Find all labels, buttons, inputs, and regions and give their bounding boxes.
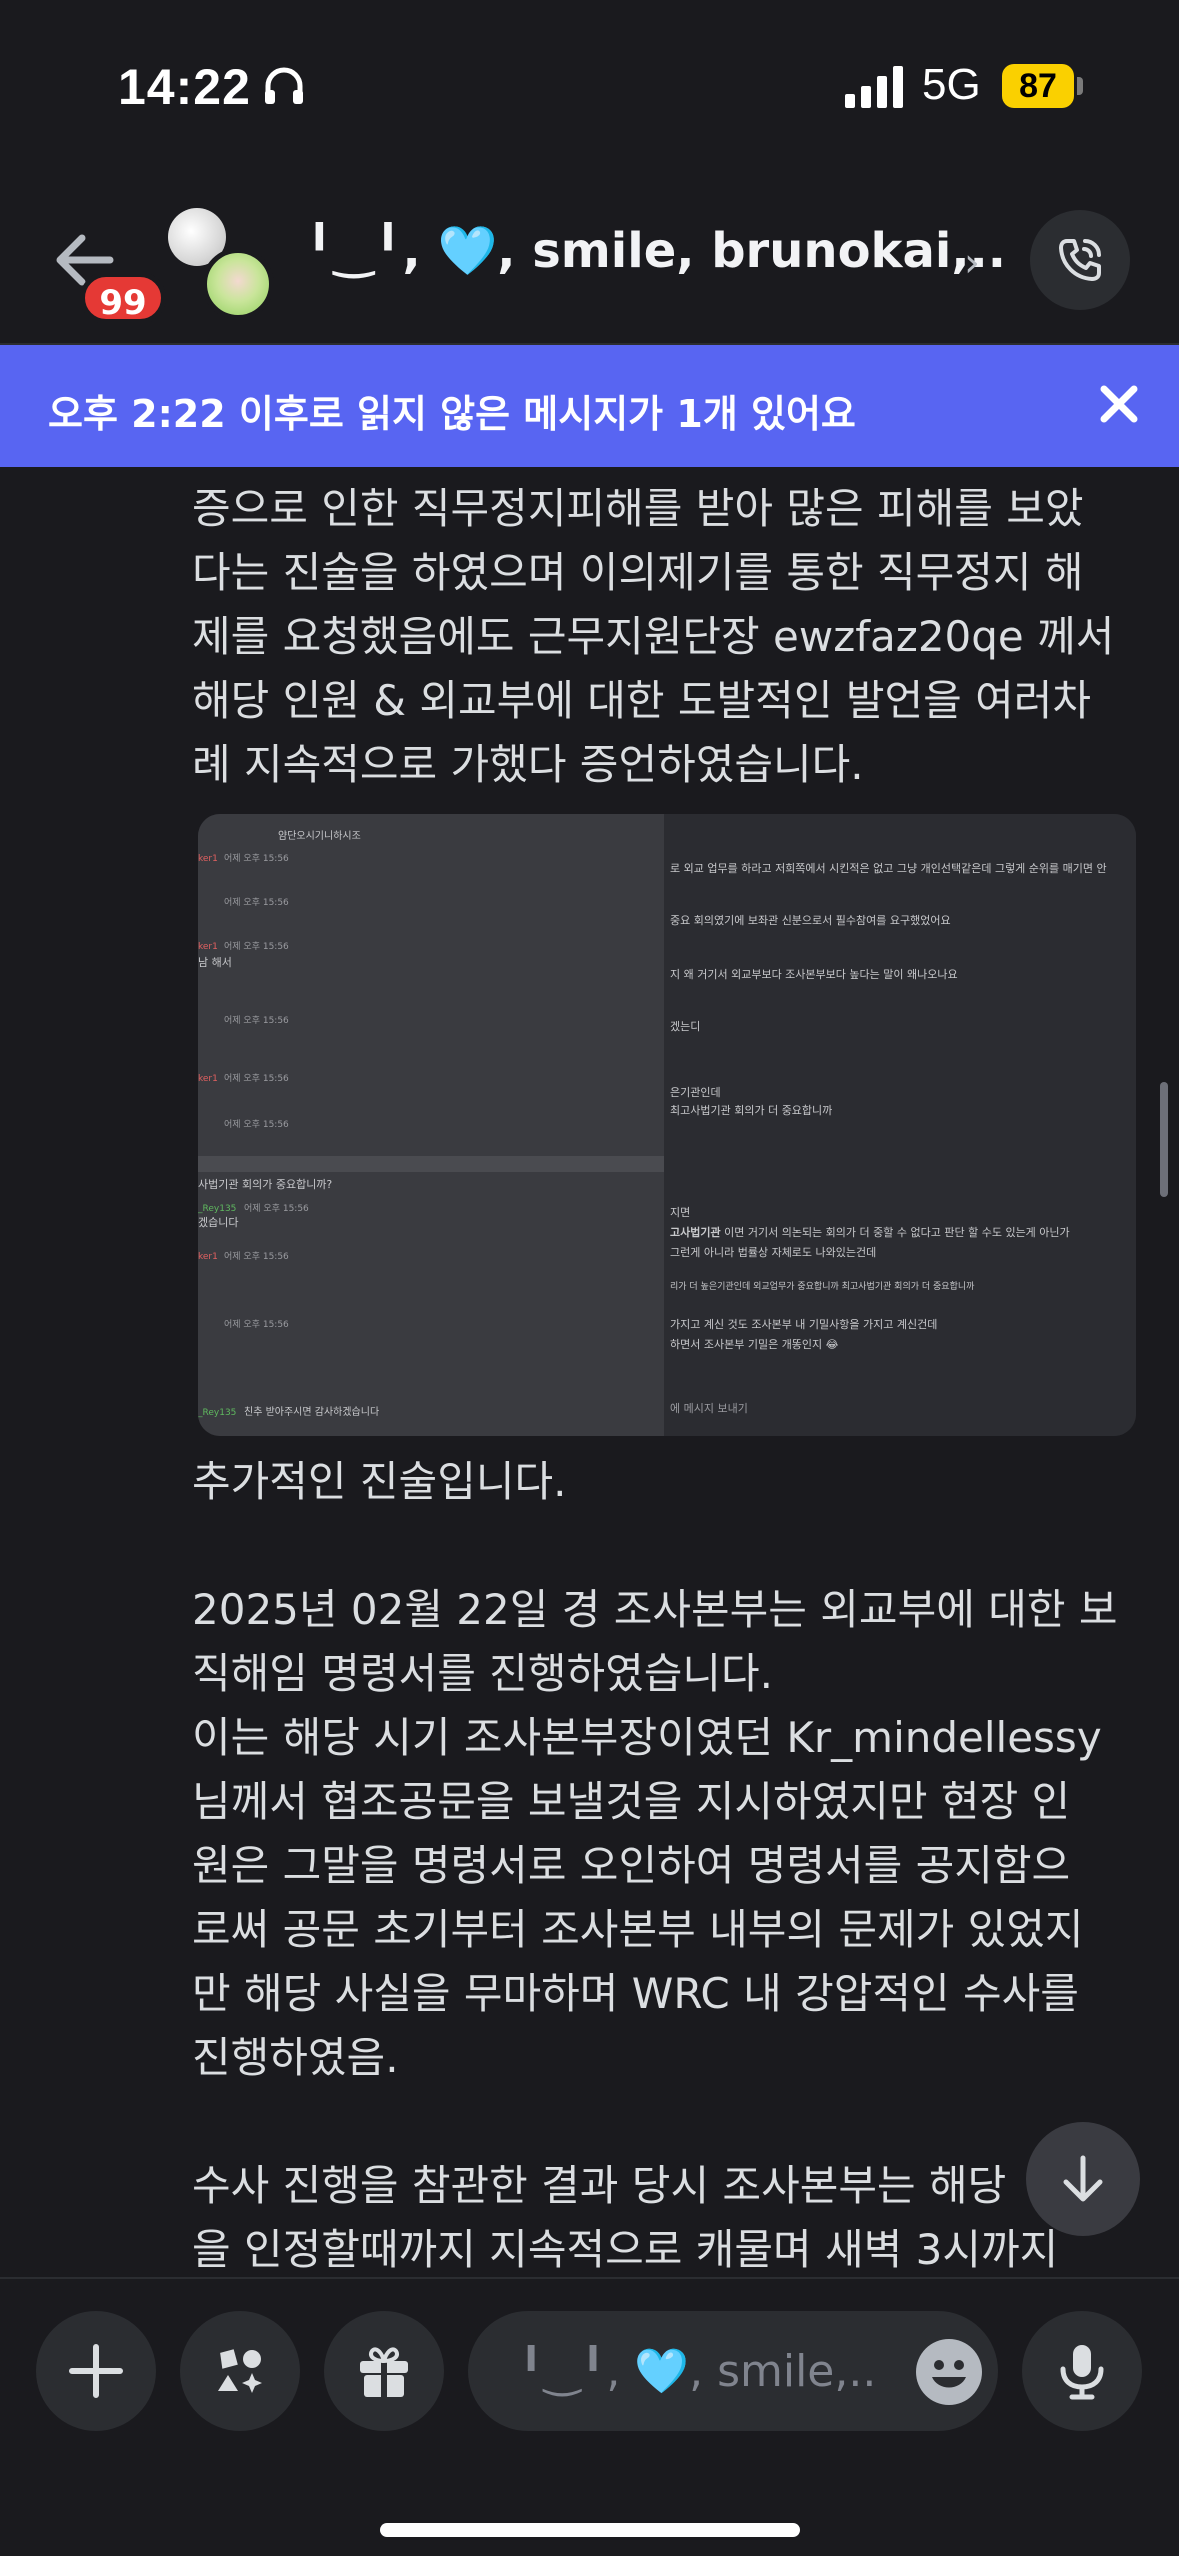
headphones-icon xyxy=(265,67,303,104)
message-line: 원은 그말을 명령서로 오인하여 명령서를 공지함으 xyxy=(192,1841,1071,1890)
attachment-bold-text: 고사법기관 xyxy=(670,1226,721,1239)
message-input-placeholder: ╹‿╹, 🩵, smile,... xyxy=(518,2346,878,2397)
message-input[interactable]: ╹‿╹, 🩵, smile,... xyxy=(468,2311,998,2431)
attachment-text: ker1 xyxy=(198,1252,218,1262)
phone-call-icon xyxy=(1059,239,1101,281)
attachment-right-panel: 로 외교 업무를 하라고 저희쪽에서 시킨적은 없고 그냥 개인선택같은데 그렇… xyxy=(664,814,1136,1436)
unread-badge: 99 xyxy=(80,272,166,324)
attachment-text: 얌단오시기니하시조 xyxy=(278,831,361,842)
attachment-text: 최고사법기관 회의가 더 중요합니까 xyxy=(670,1104,833,1117)
channel-title[interactable]: ╹‿╹, 🩵, smile, brunokai,... xyxy=(305,222,1005,279)
message-line: 님께서 협조공문을 보낼것을 지시하였지만 현장 인 xyxy=(192,1777,1071,1826)
apps-icon xyxy=(218,2349,262,2393)
attachment-text: 은기관인데 xyxy=(670,1086,721,1099)
battery-level: 87 xyxy=(1002,64,1074,108)
apps-button[interactable] xyxy=(180,2311,300,2431)
attachment-left-panel: 얌단오시기니하시조 ker1 어제 오후 15:56 어제 오후 15:56 k… xyxy=(198,814,664,1436)
attachment-text: 어제 오후 15:56 xyxy=(224,854,289,864)
home-indicator[interactable] xyxy=(380,2523,800,2537)
attachment-text: 그런게 아니라 법률상 자체로도 나와있는건데 xyxy=(670,1246,877,1259)
attachment-text: 지면 xyxy=(670,1206,691,1219)
unread-messages-banner[interactable]: 오후 2:22 이후로 읽지 않은 메시지가 1개 있어요 xyxy=(0,345,1179,467)
attachment-text: 겠습니다 xyxy=(198,1216,239,1229)
message-line: 만 해당 사실을 무마하며 WRC 내 강압적인 수사를 xyxy=(192,1969,1079,2018)
attachment-text: 겠는디 xyxy=(670,1020,701,1033)
message-line xyxy=(192,2090,1152,2154)
attachment-text: 어제 오후 15:56 xyxy=(244,1204,309,1214)
message-text-block: 추가적인 진술입니다. 2025년 02월 22일 경 조사본부는 외교부에 대… xyxy=(192,1450,1152,2277)
attachment-text: 사법기관 회의가 중요합니까? xyxy=(198,1178,333,1191)
arrow-down-icon xyxy=(1063,2155,1103,2202)
message-line: 직해임 명령서를 진행하였습니다. xyxy=(192,1649,774,1698)
status-bar: 14:22 5G 87 xyxy=(0,0,1179,170)
gift-icon xyxy=(360,2347,408,2397)
image-attachment[interactable]: 얌단오시기니하시조 ker1 어제 오후 15:56 어제 오후 15:56 k… xyxy=(198,814,1136,1436)
gift-button[interactable] xyxy=(324,2311,444,2431)
attachment-text: 남 해서 xyxy=(198,956,232,969)
attachment-text: 로 외교 업무를 하라고 저희쪽에서 시킨적은 없고 그냥 개인선택같은데 그렇… xyxy=(670,862,1107,875)
jump-to-bottom-button[interactable] xyxy=(1026,2122,1140,2236)
attachment-text: 리가 더 높은기관인데 외교업무가 중요합니까 최고사법기관 회의가 더 중요합… xyxy=(670,1282,975,1292)
add-attachment-button[interactable] xyxy=(36,2311,156,2431)
attachment-text: 이면 거기서 의논되는 회의가 더 중할 수 없다고 판단 할 수도 있는게 아… xyxy=(720,1226,1070,1239)
message-line xyxy=(192,1514,1152,1578)
message-line: 증으로 인한 직무정지피해를 받아 많은 피해를 보았 xyxy=(192,484,1084,533)
avatar[interactable] xyxy=(202,248,274,320)
message-line: 해당 인원 & 외교부에 대한 도발적인 발언을 여러차 xyxy=(192,676,1092,725)
attachment-text: 어제 오후 15:56 xyxy=(224,1120,289,1130)
attachment-text: 어제 오후 15:56 xyxy=(224,942,289,952)
attachment-text: 친추 받아주시면 감사하겠습니다 xyxy=(244,1407,380,1418)
unread-banner-text: 오후 2:22 이후로 읽지 않은 메시지가 1개 있어요 xyxy=(48,392,856,436)
message-text-block: 증으로 인한 직무정지피해를 받아 많은 피해를 보았 다는 진술을 하였으며 … xyxy=(192,477,1152,797)
message-line: 추가적인 진술입니다. xyxy=(192,1457,567,1506)
emoji-button[interactable] xyxy=(916,2339,982,2405)
attachment-text: ker1 xyxy=(198,1074,218,1084)
attachment-text: 중요 회의였기에 보좌관 신분으로서 필수참여를 요구했었어요 xyxy=(670,914,951,927)
message-line: 로써 공문 초기부터 조사본부 내부의 문제가 있었지 xyxy=(192,1905,1084,1954)
message-line: 제를 요청했음에도 근무지원단장 ewzfaz20qe 께서 xyxy=(192,612,1115,661)
attachment-text: 하면서 조사본부 기밀은 개똥인지 😂 xyxy=(670,1338,839,1351)
network-type: 5G xyxy=(922,60,981,109)
attachment-text: _Rey135 xyxy=(198,1408,237,1418)
message-line: 이는 해당 시기 조사본부장이였던 Kr_mindellessy xyxy=(192,1713,1102,1762)
attachment-text: 어제 오후 15:56 xyxy=(224,1320,289,1330)
attachment-text: ker1 xyxy=(198,854,218,864)
clock: 14:22 xyxy=(118,59,251,115)
message-line: 2025년 02월 22일 경 조사본부는 외교부에 대한 보 xyxy=(192,1585,1118,1634)
message-line: 을 인정할때까지 지속적으로 캐물며 새벽 3시까지 xyxy=(192,2225,1059,2274)
attachment-text: 어제 오후 15:56 xyxy=(224,1074,289,1084)
voice-message-button[interactable] xyxy=(1022,2311,1142,2431)
plus-icon xyxy=(69,2344,123,2398)
attachment-text: 어제 오후 15:56 xyxy=(224,898,289,908)
emoji-icon xyxy=(932,2360,966,2388)
message-line: 진행하였음. xyxy=(192,2033,399,2082)
message-line: 다는 진술을 하였으며 이의제기를 통한 직무정지 해 xyxy=(192,548,1084,597)
message-composer: ╹‿╹, 🩵, smile,... xyxy=(0,2277,1179,2556)
battery-tip xyxy=(1077,77,1083,95)
close-icon[interactable] xyxy=(1096,381,1142,427)
attachment-text: 지 왜 거기서 외교부보다 조사본부보다 높다는 말이 왜나오나요 xyxy=(670,968,958,981)
attachment-text: 어제 오후 15:56 xyxy=(224,1016,289,1026)
attachment-text: 가지고 계신 것도 조사본부 내 기밀사항을 가지고 계신건데 xyxy=(670,1318,938,1331)
message-list[interactable]: 증으로 인한 직무정지피해를 받아 많은 피해를 보았 다는 진술을 하였으며 … xyxy=(0,467,1179,2277)
attachment-text: 어제 오후 15:56 xyxy=(224,1252,289,1262)
call-button[interactable] xyxy=(1030,210,1130,310)
attachment-text: ker1 xyxy=(198,942,218,952)
channel-header: 99 ╹‿╹, 🩵, smile, brunokai,... › xyxy=(0,170,1179,345)
microphone-icon xyxy=(1060,2345,1104,2400)
chevron-right-icon[interactable]: › xyxy=(964,240,980,286)
attachment-text: 고사법기관 이면 거기서 의논되는 회의가 더 중할 수 없다고 판단 할 수도… xyxy=(670,1226,1070,1240)
attachment-divider xyxy=(198,1156,664,1172)
attachment-text: 에 메시지 보내기 xyxy=(670,1402,748,1415)
scrollbar[interactable] xyxy=(1160,1082,1168,1197)
message-line: 례 지속적으로 가했다 증언하였습니다. xyxy=(192,740,864,789)
attachment-text: _Rey135 xyxy=(198,1204,237,1214)
message-line: 수사 진행을 참관한 결과 당시 조사본부는 해당 xyxy=(192,2161,1007,2210)
signal-icon xyxy=(845,66,903,108)
